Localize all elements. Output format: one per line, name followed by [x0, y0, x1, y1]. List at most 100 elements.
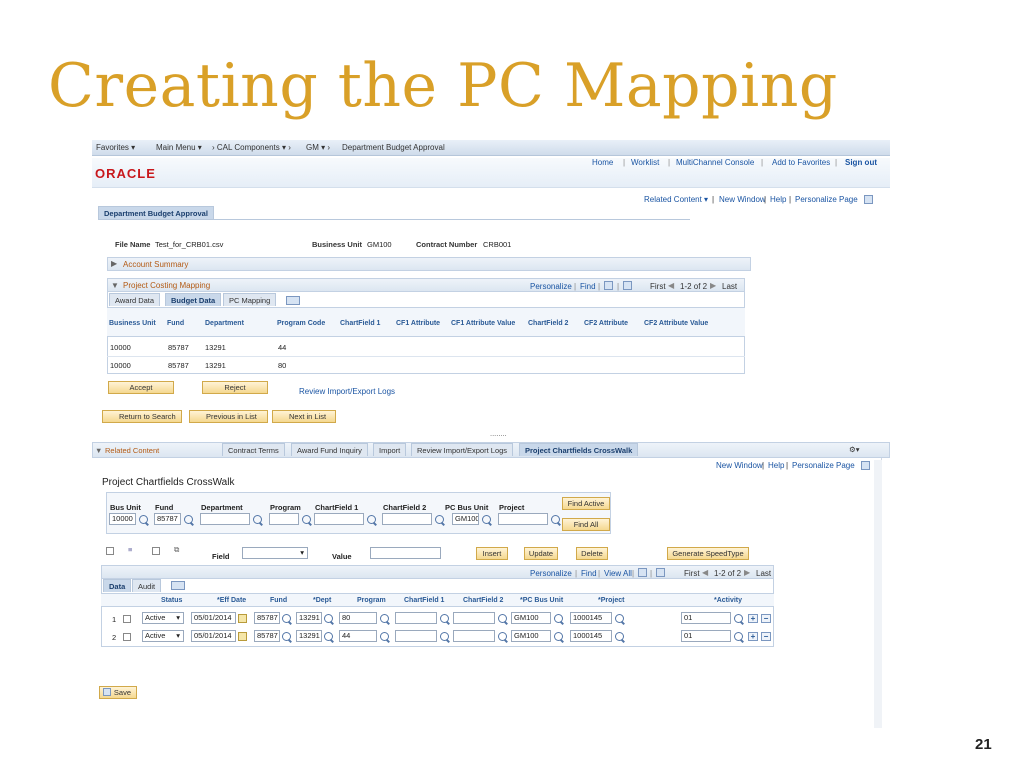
next-arrow-icon[interactable]: ▶: [744, 568, 750, 577]
row-1-status-select[interactable]: Active ▾: [142, 612, 184, 624]
search-department-input[interactable]: [200, 513, 250, 525]
show-all-columns-icon[interactable]: [286, 296, 300, 305]
save-button[interactable]: Save: [99, 686, 137, 699]
download-icon[interactable]: [638, 568, 647, 577]
lookup-icon[interactable]: [734, 614, 743, 623]
delete-button[interactable]: Delete: [576, 547, 608, 560]
row-1-program-input[interactable]: 80: [339, 612, 377, 624]
row-1-pc-bus-unit-input[interactable]: GM100: [511, 612, 551, 624]
tab-data[interactable]: Data: [103, 579, 132, 592]
tab-review-logs[interactable]: Review Import/Export Logs: [411, 443, 514, 456]
row-1-eff-date-input[interactable]: 05/01/2014: [191, 612, 236, 624]
row-2-fund-input[interactable]: 85787: [254, 630, 280, 642]
update-button[interactable]: Update: [524, 547, 558, 560]
grid-last-label[interactable]: Last: [756, 569, 771, 578]
review-logs-link[interactable]: Review Import/Export Logs: [299, 387, 395, 396]
link-worklist[interactable]: Worklist: [631, 158, 659, 167]
row-2-project-input[interactable]: 1000145: [570, 630, 612, 642]
row-2-select-checkbox[interactable]: [123, 633, 131, 641]
value-input[interactable]: [370, 547, 441, 559]
prev-arrow-icon[interactable]: ◀: [702, 568, 708, 577]
lookup-icon[interactable]: [367, 515, 376, 524]
row-1-select-checkbox[interactable]: [123, 615, 131, 623]
nav-gm[interactable]: GM ▾ ›: [306, 143, 330, 152]
scrollbar[interactable]: [874, 460, 882, 728]
lookup-icon[interactable]: [482, 515, 491, 524]
collapse-arrow-icon[interactable]: ▼: [111, 281, 119, 290]
row-1-cf2-input[interactable]: [453, 612, 495, 624]
tab-import[interactable]: Import: [373, 443, 407, 456]
tab-contract-terms[interactable]: Contract Terms: [222, 443, 285, 456]
lookup-icon[interactable]: [282, 632, 291, 641]
prev-arrow-icon[interactable]: ◀: [668, 281, 674, 290]
add-row-icon[interactable]: +: [748, 632, 758, 641]
search-pc-bus-unit-input[interactable]: GM100: [452, 513, 479, 525]
lookup-icon[interactable]: [440, 614, 449, 623]
grid-first-label[interactable]: First: [650, 282, 666, 291]
grid-personalize-link[interactable]: Personalize: [530, 569, 572, 578]
find-all-button[interactable]: Find All: [562, 518, 610, 531]
lookup-icon[interactable]: [734, 632, 743, 641]
lookup-icon[interactable]: [554, 632, 563, 641]
link-home[interactable]: Home: [592, 158, 613, 167]
copy-icon[interactable]: ⧉: [174, 545, 179, 555]
calendar-icon[interactable]: [238, 632, 247, 641]
tab-department-budget-approval[interactable]: Department Budget Approval: [98, 206, 214, 219]
clear-checkbox-icon[interactable]: [152, 547, 160, 555]
row-1-dept-input[interactable]: 13291: [296, 612, 322, 624]
reject-button[interactable]: Reject: [202, 381, 268, 394]
calendar-icon[interactable]: [238, 614, 247, 623]
lookup-icon[interactable]: [435, 515, 444, 524]
lookup-icon[interactable]: [282, 614, 291, 623]
lookup-icon[interactable]: [498, 614, 507, 623]
tab-pc-mapping[interactable]: PC Mapping: [223, 293, 277, 306]
account-summary-section[interactable]: ▶ Account Summary: [107, 257, 751, 271]
delete-row-icon[interactable]: −: [761, 632, 771, 641]
accept-button[interactable]: Accept: [108, 381, 174, 394]
return-to-search-button[interactable]: Return to Search: [102, 410, 182, 423]
link-multichannel[interactable]: MultiChannel Console: [676, 158, 754, 167]
collapse-arrow-icon[interactable]: ▼: [95, 446, 102, 455]
grid-icon[interactable]: [861, 461, 870, 470]
download-icon[interactable]: [604, 281, 613, 290]
row-2-pc-bus-unit-input[interactable]: GM100: [511, 630, 551, 642]
grid-find-link[interactable]: Find: [581, 569, 597, 578]
delete-row-icon[interactable]: −: [761, 614, 771, 623]
deselect-icon[interactable]: ≡: [128, 545, 132, 554]
grid-view-icon[interactable]: [656, 568, 665, 577]
lookup-icon[interactable]: [551, 515, 560, 524]
lookup-icon[interactable]: [380, 614, 389, 623]
row-2-dept-input[interactable]: 13291: [296, 630, 322, 642]
tab-award-data[interactable]: Award Data: [109, 293, 161, 306]
search-bus-unit-input[interactable]: 10000: [109, 513, 136, 525]
search-project-input[interactable]: [498, 513, 548, 525]
generate-speedtype-button[interactable]: Generate SpeedType: [667, 547, 749, 560]
search-fund-input[interactable]: 85787: [154, 513, 181, 525]
link-add-favorites[interactable]: Add to Favorites: [772, 158, 830, 167]
next-arrow-icon[interactable]: ▶: [710, 281, 716, 290]
tab-chartfields-crosswalk[interactable]: Project Chartfields CrossWalk: [519, 443, 639, 456]
row-2-cf2-input[interactable]: [453, 630, 495, 642]
grid-personalize-link[interactable]: Personalize: [530, 282, 572, 291]
search-chartfield2-input[interactable]: [382, 513, 432, 525]
lookup-icon[interactable]: [253, 515, 262, 524]
row-2-program-input[interactable]: 44: [339, 630, 377, 642]
previous-in-list-button[interactable]: Previous in List: [189, 410, 268, 423]
field-select[interactable]: ▾: [242, 547, 308, 559]
related-content-menu[interactable]: Related Content ▾: [644, 195, 708, 204]
tab-budget-data[interactable]: Budget Data: [165, 293, 222, 306]
lookup-icon[interactable]: [184, 515, 193, 524]
grid-first-label[interactable]: First: [684, 569, 700, 578]
lookup-icon[interactable]: [139, 515, 148, 524]
tab-award-fund-inquiry[interactable]: Award Fund Inquiry: [291, 443, 368, 456]
grid-find-link[interactable]: Find: [580, 282, 596, 291]
row-2-status-select[interactable]: Active ▾: [142, 630, 184, 642]
grid-view-icon[interactable]: [623, 281, 632, 290]
show-all-columns-icon[interactable]: [171, 581, 185, 590]
lookup-icon[interactable]: [380, 632, 389, 641]
lookup-icon[interactable]: [498, 632, 507, 641]
link-sign-out[interactable]: Sign out: [845, 158, 877, 167]
new-window-link[interactable]: New Window: [719, 195, 766, 204]
lookup-icon[interactable]: [615, 632, 624, 641]
lookup-icon[interactable]: [302, 515, 311, 524]
